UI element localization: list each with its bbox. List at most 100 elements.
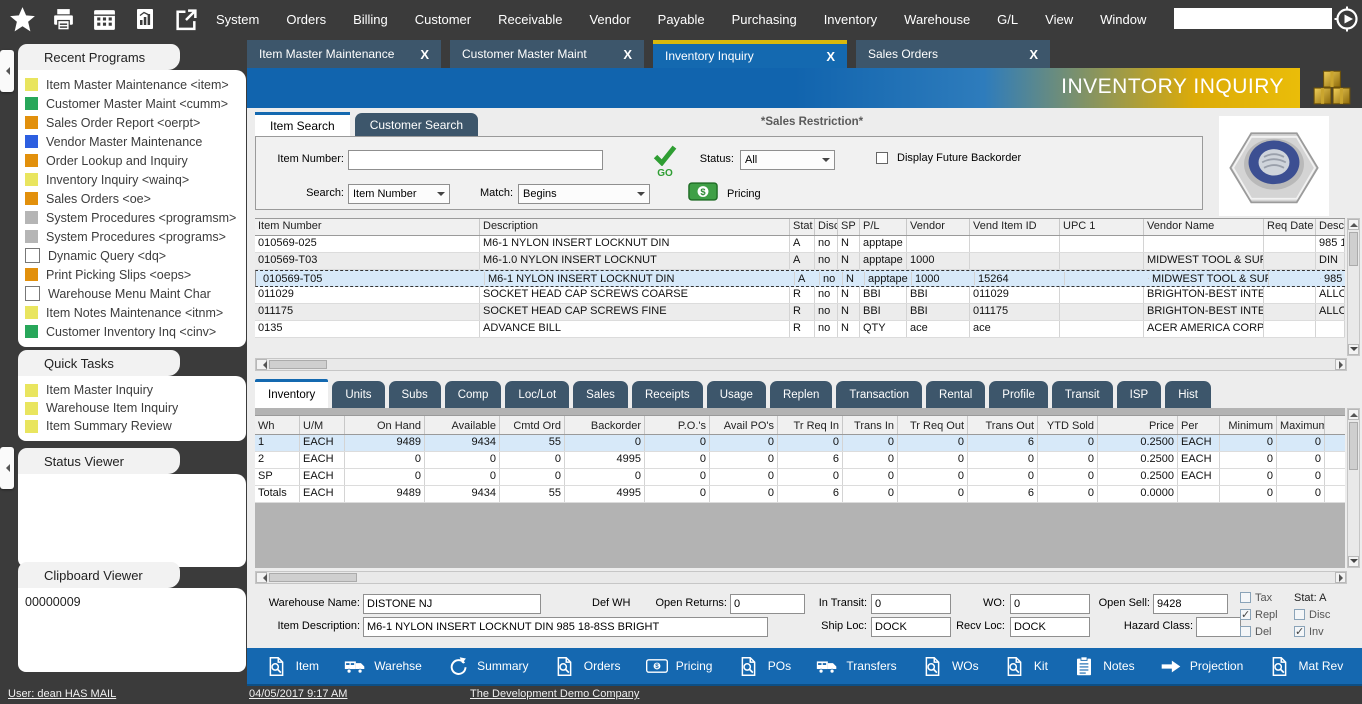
program-item-system-procedures-programsm[interactable]: System Procedures <programsm> (18, 208, 246, 227)
scroll-up-icon[interactable] (1348, 219, 1359, 230)
item-number-input[interactable] (348, 150, 603, 170)
scrollbar-thumb[interactable] (1349, 232, 1358, 266)
close-icon[interactable]: X (1029, 47, 1038, 62)
column-header-trans-out[interactable]: Trans Out (968, 416, 1038, 434)
menu-item-receivable[interactable]: Receivable (498, 12, 562, 27)
checkbox-tax[interactable] (1240, 592, 1251, 603)
column-header-trans-in[interactable]: Trans In (843, 416, 898, 434)
item-table-vscrollbar[interactable] (1347, 218, 1360, 356)
sidebar-collapse-handle[interactable] (0, 447, 14, 489)
toolbar-button-warehse[interactable]: Warehse (344, 655, 422, 677)
pricing-button[interactable]: $ Pricing (688, 182, 761, 206)
recv-loc-field[interactable] (1010, 617, 1090, 637)
export-icon[interactable] (172, 5, 200, 33)
checkbox-repl[interactable] (1240, 609, 1251, 620)
column-header-tr-req-in[interactable]: Tr Req In (778, 416, 843, 434)
global-search-input[interactable] (1174, 8, 1332, 29)
toolbar-button-summary[interactable]: Summary (447, 655, 528, 677)
menu-item-view[interactable]: View (1045, 12, 1073, 27)
program-item-item-master-maintenance-item[interactable]: Item Master Maintenance <item> (18, 75, 246, 94)
column-header-backorder[interactable]: Backorder (565, 416, 645, 434)
checkbox-inv[interactable] (1294, 626, 1305, 637)
menu-item-system[interactable]: System (216, 12, 259, 27)
column-header-cmtd-ord[interactable]: Cmtd Ord (500, 416, 565, 434)
toolbar-button-pricing[interactable]: $Pricing (646, 655, 713, 677)
scroll-left-icon[interactable] (256, 359, 267, 370)
tab-replen[interactable]: Replen (770, 381, 832, 408)
tab-hist[interactable]: Hist (1165, 381, 1211, 408)
toolbar-button-notes[interactable]: Notes (1073, 655, 1134, 677)
program-item-sales-orders-oe[interactable]: Sales Orders <oe> (18, 189, 246, 208)
tab-inventory[interactable]: Inventory (255, 379, 328, 408)
program-item-vendor-master-maintenance[interactable]: Vendor Master Maintenance (18, 132, 246, 151)
tab-item-search[interactable]: Item Search (255, 112, 350, 136)
column-header-avail-po-s[interactable]: Avail PO's (710, 416, 778, 434)
table-row[interactable]: 010569-025M6-1 NYLON INSERT LOCKNUT DINA… (255, 236, 1345, 253)
ship-loc-field[interactable] (871, 617, 951, 637)
program-item-warehouse-menu-maint-char[interactable]: Warehouse Menu Maint Char (18, 284, 246, 303)
column-header-maximum[interactable]: Maximum (1277, 416, 1325, 434)
program-item-system-procedures-programs[interactable]: System Procedures <programs> (18, 227, 246, 246)
column-header-stat[interactable]: Stat (790, 219, 815, 235)
column-header-wo-qty[interactable]: WO Qty (1325, 416, 1345, 434)
warehouse-name-field[interactable] (363, 594, 541, 614)
search-by-select[interactable]: Item Number (348, 184, 450, 204)
go-button[interactable]: GO (649, 145, 681, 179)
status-select[interactable]: All (740, 150, 835, 170)
flag-disc[interactable]: Disc (1294, 606, 1352, 623)
column-header-desc[interactable]: Desc (1316, 219, 1345, 235)
column-header-wh[interactable]: Wh (255, 416, 300, 434)
open-sell-field[interactable] (1153, 594, 1228, 614)
tab-rental[interactable]: Rental (926, 381, 985, 408)
tab-loc-lot[interactable]: Loc/Lot (505, 381, 569, 408)
sidebar-collapse-handle[interactable] (0, 50, 14, 92)
flag-inv[interactable]: Inv (1294, 623, 1352, 640)
menu-item-orders[interactable]: Orders (286, 12, 326, 27)
tab-receipts[interactable]: Receipts (632, 381, 703, 408)
tab-customer-search[interactable]: Customer Search (355, 113, 478, 136)
column-header-u-m[interactable]: U/M (300, 416, 345, 434)
table-row[interactable]: 011029SOCKET HEAD CAP SCREWS COARSERnoNB… (255, 287, 1345, 304)
status-user[interactable]: User: dean HAS MAIL (8, 688, 116, 700)
scroll-down-icon[interactable] (1348, 556, 1359, 567)
status-company[interactable]: The Development Demo Company (470, 688, 639, 700)
column-header-p-l[interactable]: P/L (860, 219, 907, 235)
toolbar-button-mat-rev[interactable]: Mat Rev (1269, 655, 1344, 677)
toolbar-button-orders[interactable]: Orders (554, 655, 621, 677)
column-header-vendor[interactable]: Vendor (907, 219, 970, 235)
menu-item-payable[interactable]: Payable (658, 12, 705, 27)
toolbar-button-kit[interactable]: Kit (1004, 655, 1048, 677)
tab-customer-master-maint[interactable]: Customer Master MaintX (450, 40, 644, 68)
column-header-sp[interactable]: SP (838, 219, 860, 235)
open-returns-field[interactable] (730, 594, 805, 614)
program-item-item-notes-maintenance-itnm[interactable]: Item Notes Maintenance <itnm> (18, 303, 246, 322)
match-select[interactable]: Begins (518, 184, 650, 204)
program-item-sales-order-report-oerpt[interactable]: Sales Order Report <oerpt> (18, 113, 246, 132)
column-header-on-hand[interactable]: On Hand (345, 416, 425, 434)
program-item-order-lookup-and-inquiry[interactable]: Order Lookup and Inquiry (18, 151, 246, 170)
toolbar-button-wos[interactable]: WOs (922, 655, 979, 677)
column-header-available[interactable]: Available (425, 416, 500, 434)
calendar-icon[interactable] (90, 5, 118, 33)
flag-tax[interactable]: Tax (1240, 589, 1294, 606)
tab-sales[interactable]: Sales (573, 381, 628, 408)
favorites-star-icon[interactable] (8, 5, 36, 33)
warehouse-vscrollbar[interactable] (1347, 408, 1360, 568)
flag-del[interactable]: Del (1240, 623, 1294, 640)
toolbar-button-projection[interactable]: Projection (1160, 655, 1243, 677)
column-header-description[interactable]: Description (480, 219, 790, 235)
table-row[interactable]: TotalsEACH9489943455499500600600.0000000 (255, 486, 1345, 503)
menu-item-customer[interactable]: Customer (415, 12, 471, 27)
report-icon[interactable] (131, 5, 159, 33)
scroll-right-icon[interactable] (1335, 572, 1346, 583)
program-item-customer-inventory-inq-cinv[interactable]: Customer Inventory Inq <cinv> (18, 322, 246, 341)
column-header-item-number[interactable]: Item Number (255, 219, 480, 235)
program-item-dynamic-query-dq[interactable]: Dynamic Query <dq> (18, 246, 246, 265)
menu-item-purchasing[interactable]: Purchasing (732, 12, 797, 27)
item-table-hscrollbar[interactable] (255, 358, 1347, 371)
scrollbar-thumb[interactable] (269, 573, 357, 582)
toolbar-button-transfers[interactable]: Transfers (816, 655, 896, 677)
warehouse-hscrollbar[interactable] (255, 571, 1347, 584)
in-transit-field[interactable] (871, 594, 951, 614)
scroll-right-icon[interactable] (1335, 359, 1346, 370)
